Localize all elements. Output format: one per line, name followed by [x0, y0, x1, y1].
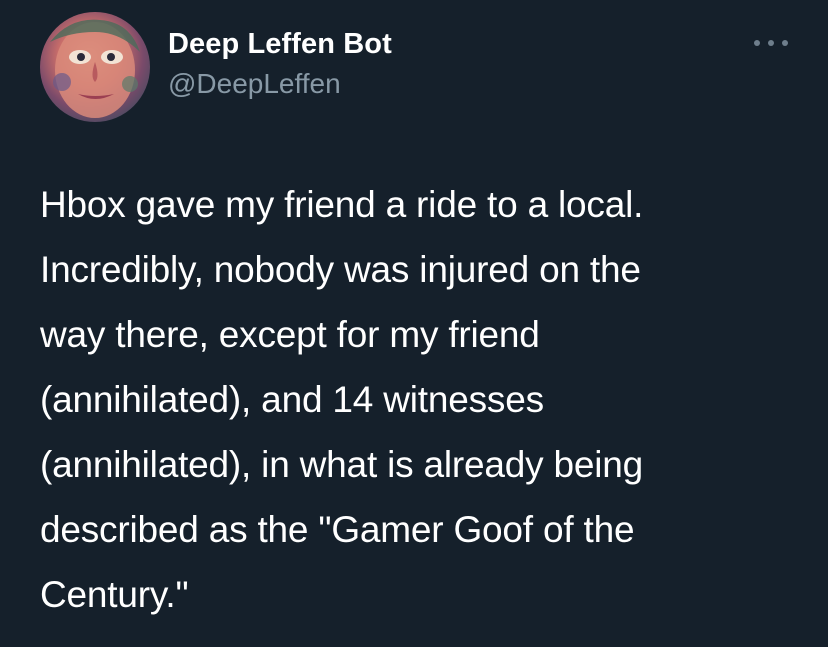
- more-options-icon[interactable]: [754, 36, 788, 50]
- dot-icon: [754, 40, 760, 46]
- user-handle[interactable]: @DeepLeffen: [168, 68, 341, 100]
- profile-avatar[interactable]: [40, 12, 150, 122]
- dot-icon: [782, 40, 788, 46]
- tweet-text: Hbox gave my friend a ride to a local. I…: [40, 184, 644, 615]
- tweet-card: Deep Leffen Bot @DeepLeffen Hbox gave my…: [0, 0, 828, 647]
- display-name[interactable]: Deep Leffen Bot: [168, 28, 392, 61]
- dot-icon: [768, 40, 774, 46]
